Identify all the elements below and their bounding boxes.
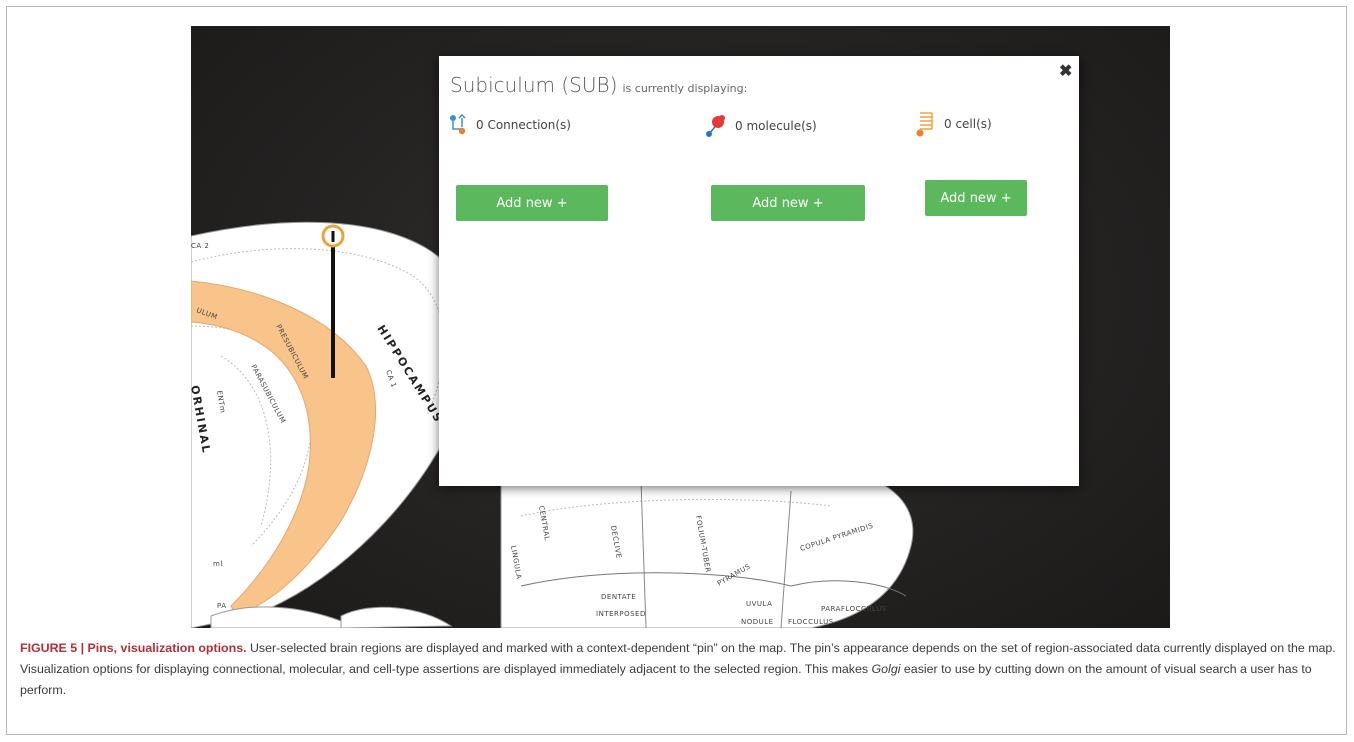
title-suffix: is currently displaying: <box>622 82 748 95</box>
label-ml: ml <box>213 560 223 568</box>
add-molecule-button[interactable]: Add new + <box>711 185 865 221</box>
label-interposed: INTERPOSED <box>596 610 646 618</box>
add-connection-button[interactable]: Add new + <box>456 185 608 221</box>
add-cell-button[interactable]: Add new + <box>925 180 1027 216</box>
molecules-label: 0 molecule(s) <box>735 119 817 133</box>
caption-italic: Golgi <box>871 662 901 676</box>
cells-count: 0 cell(s) <box>916 110 992 138</box>
modal-title: Subiculum (SUB) is currently displaying: <box>450 73 747 97</box>
label-uvula: UVULA <box>746 600 772 608</box>
app-screenshot: CA 2 CA 1 HIPPOCAMPUS ULUM PRESUBICULUM … <box>191 26 1170 628</box>
close-icon[interactable]: ✖ <box>1059 64 1072 80</box>
label-pa: PA <box>217 602 227 610</box>
label-flocculus: FLOCCULUS <box>788 618 834 626</box>
cell-icon <box>916 112 933 137</box>
cells-label: 0 cell(s) <box>944 117 992 131</box>
cells-column: 0 cell(s) <box>916 110 992 138</box>
label-paraflocculus: PARAFLOCCULUS <box>821 605 887 613</box>
label-nodule: NODULE <box>741 618 774 626</box>
label-ca2: CA 2 <box>191 242 209 250</box>
connections-count: 0 Connection(s) <box>448 114 571 136</box>
figure-label: FIGURE 5 | Pins, visualization options. <box>20 641 247 655</box>
region-info-modal: Subiculum (SUB) is currently displaying:… <box>439 56 1079 486</box>
molecule-icon <box>706 115 725 137</box>
molecules-column: 0 molecule(s) <box>705 114 817 138</box>
label-dentate: DENTATE <box>601 593 636 601</box>
connection-icon <box>450 114 466 135</box>
molecules-count: 0 molecule(s) <box>705 114 817 138</box>
connections-label: 0 Connection(s) <box>476 118 571 132</box>
region-name: Subiculum (SUB) <box>450 73 618 97</box>
connections-column: 0 Connection(s) <box>448 114 571 136</box>
figure-caption: FIGURE 5 | Pins, visualization options. … <box>20 638 1338 701</box>
